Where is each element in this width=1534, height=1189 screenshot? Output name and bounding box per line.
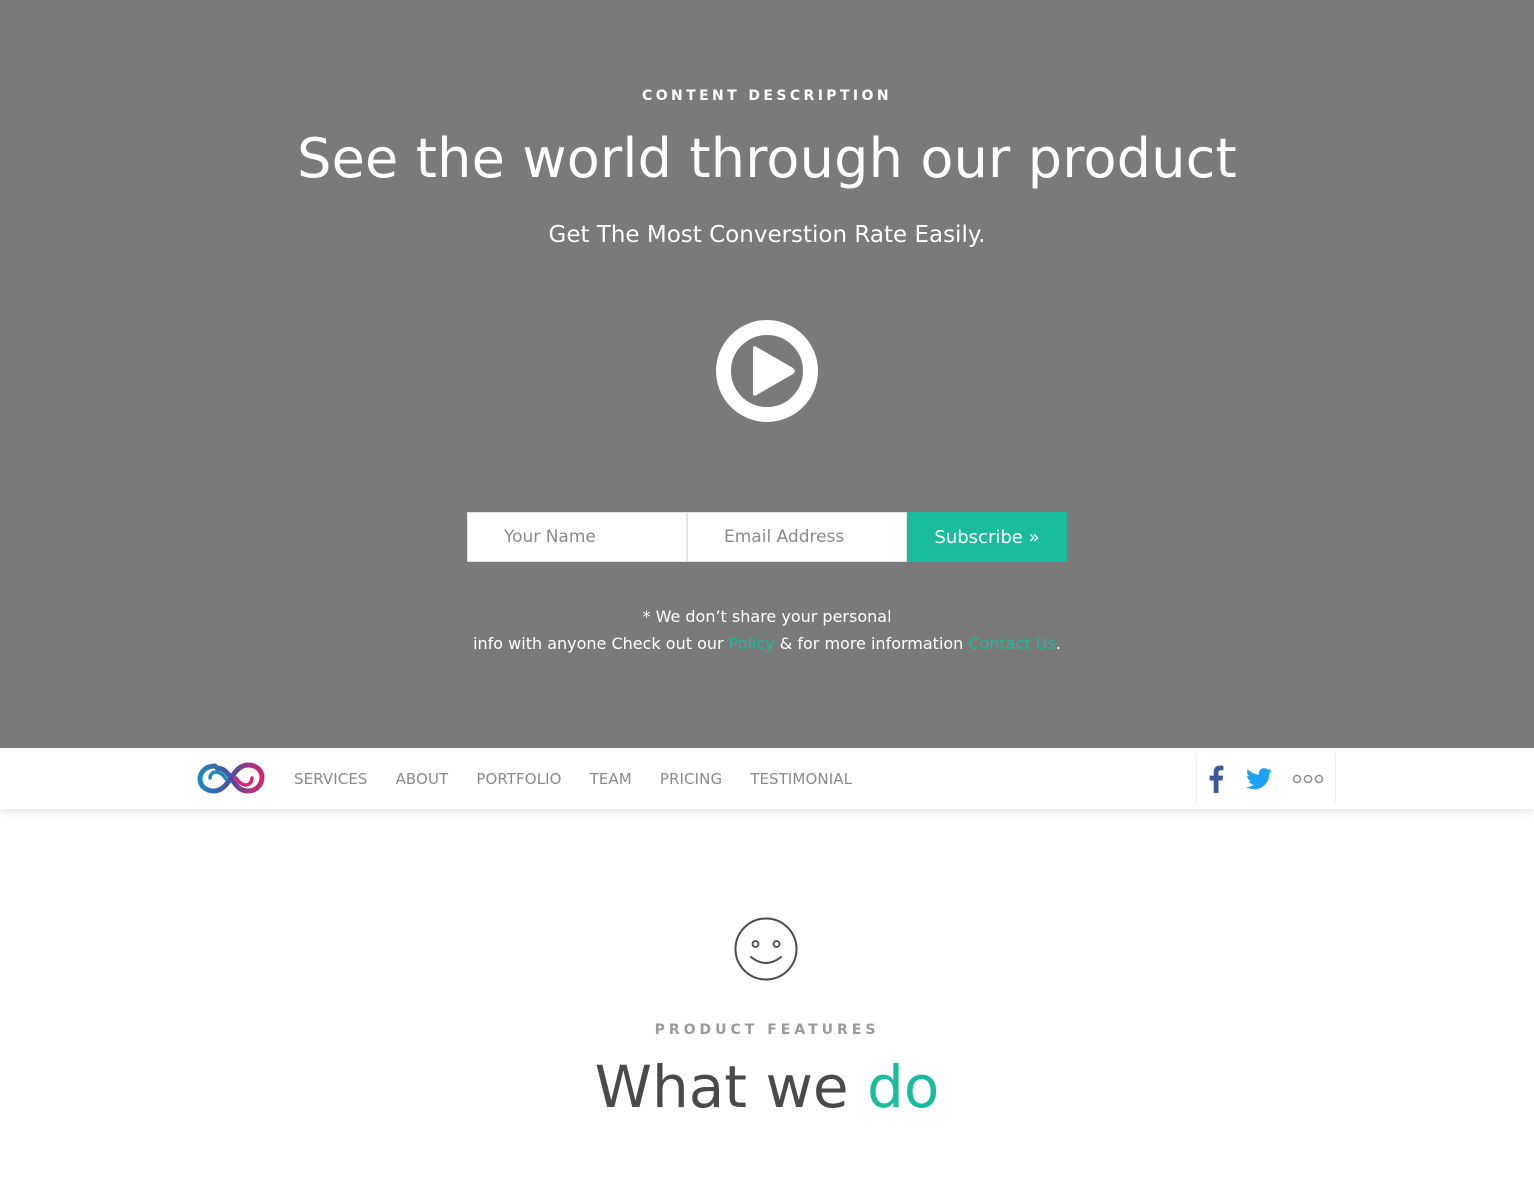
play-circle-icon <box>716 320 818 422</box>
features-section: PRODUCT FEATURES What we do <box>0 809 1534 1189</box>
facebook-icon <box>1209 765 1224 793</box>
main-navbar: SERVICES ABOUT PORTFOLIO TEAM PRICING TE… <box>0 748 1534 809</box>
subscribe-form: Subscribe » <box>467 512 1067 562</box>
nav-item-team[interactable]: TEAM <box>590 770 632 788</box>
features-title: What we do <box>0 1051 1534 1123</box>
contact-us-link[interactable]: Contact Us <box>968 634 1055 653</box>
twitter-link[interactable] <box>1235 767 1283 790</box>
more-options-button[interactable] <box>1283 774 1333 784</box>
features-eyebrow: PRODUCT FEATURES <box>654 1022 880 1038</box>
nav-item-services[interactable]: SERVICES <box>294 770 368 788</box>
play-video-button[interactable] <box>715 319 819 423</box>
social-links <box>1196 754 1336 803</box>
email-input[interactable] <box>687 512 907 562</box>
hero-eyebrow: CONTENT DESCRIPTION <box>642 88 892 104</box>
twitter-icon <box>1246 767 1272 789</box>
privacy-note: * We don’t share your personal info with… <box>0 603 1534 657</box>
nav-menu: SERVICES ABOUT PORTFOLIO TEAM PRICING TE… <box>294 748 880 809</box>
features-title-main: What we <box>594 1053 849 1121</box>
name-input[interactable] <box>467 512 687 562</box>
nav-item-testimonial[interactable]: TESTIMONIAL <box>750 770 852 788</box>
facebook-link[interactable] <box>1197 765 1235 793</box>
hero-headline: See the world through our product <box>297 127 1237 190</box>
site-logo[interactable] <box>197 760 265 796</box>
subscribe-button[interactable]: Subscribe » <box>907 512 1067 562</box>
privacy-note-middle: & for more information <box>779 634 964 653</box>
privacy-note-line1: * We don’t share your personal <box>642 607 892 626</box>
hero-section: CONTENT DESCRIPTION See the world throug… <box>0 0 1534 748</box>
smiley-icon-wrapper <box>733 916 799 982</box>
features-title-accent: do <box>867 1053 940 1121</box>
nav-item-portfolio[interactable]: PORTFOLIO <box>476 770 561 788</box>
hero-subline: Get The Most Converstion Rate Easily. <box>548 222 986 248</box>
nav-item-about[interactable]: ABOUT <box>396 770 449 788</box>
nav-item-pricing[interactable]: PRICING <box>660 770 722 788</box>
privacy-note-line2: info with anyone Check out our Policy & … <box>0 630 1534 657</box>
smiley-face-icon <box>734 917 798 981</box>
policy-link[interactable]: Policy <box>729 634 775 653</box>
more-dots-icon <box>1292 774 1324 783</box>
privacy-note-prefix: info with anyone Check out our <box>473 634 724 653</box>
infinity-logo-icon <box>197 762 265 794</box>
privacy-note-suffix: . <box>1055 634 1061 653</box>
